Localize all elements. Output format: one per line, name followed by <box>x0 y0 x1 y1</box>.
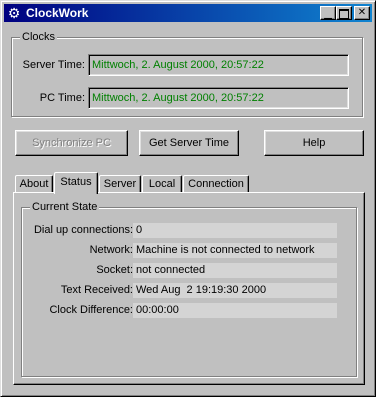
server-time-label: Server Time: <box>22 59 85 71</box>
tab-server[interactable]: Server <box>99 175 141 193</box>
minimize-button[interactable]: ▁ <box>320 6 336 20</box>
help-button[interactable]: Help <box>264 130 364 156</box>
maximize-icon <box>339 9 349 19</box>
clock-difference-label: Clock Difference: <box>49 304 133 316</box>
server-time-field[interactable]: Mittwoch, 2. August 2000, 20:57:22 <box>88 54 349 76</box>
clock-icon[interactable]: ⚙ <box>6 5 22 21</box>
maximize-button[interactable] <box>336 6 352 20</box>
tab-connection[interactable]: Connection <box>183 175 249 193</box>
dial-up-connections-label: Dial up connections: <box>33 224 133 236</box>
title-bar[interactable]: ⚙ ClockWork ▁ ✕ <box>4 4 372 22</box>
network-label: Network: <box>89 244 133 256</box>
tab-status[interactable]: Status <box>54 172 98 194</box>
get-server-time-button[interactable]: Get Server Time <box>139 130 239 156</box>
tab-local[interactable]: Local <box>142 175 182 193</box>
close-button[interactable]: ✕ <box>354 6 370 20</box>
window-title: ClockWork <box>26 6 89 20</box>
clock-difference-value: 00:00:00 <box>133 303 337 318</box>
pc-time-field[interactable]: Mittwoch, 2. August 2000, 20:57:22 <box>88 87 349 109</box>
close-icon: ✕ <box>357 7 367 18</box>
pc-time-label: PC Time: <box>39 92 85 104</box>
dial-up-connections-value: 0 <box>133 223 337 238</box>
network-value: Machine is not connected to network <box>133 243 337 258</box>
text-received-value: Wed Aug 2 19:19:30 2000 <box>133 283 337 298</box>
minimize-icon: ▁ <box>324 9 332 20</box>
socket-value: not connected <box>133 263 337 278</box>
text-received-label: Text Received: <box>60 284 133 296</box>
tab-about[interactable]: About <box>15 175 53 193</box>
clocks-group-title: Clocks <box>20 30 58 44</box>
synchronize-pc-button[interactable]: Synchronize PC <box>15 130 128 156</box>
clockwork-window: ⚙ ClockWork ▁ ✕ Clocks Server Time: Mitt… <box>0 0 376 397</box>
socket-label: Socket: <box>96 264 133 276</box>
current-state-group-title: Current State <box>30 200 100 214</box>
